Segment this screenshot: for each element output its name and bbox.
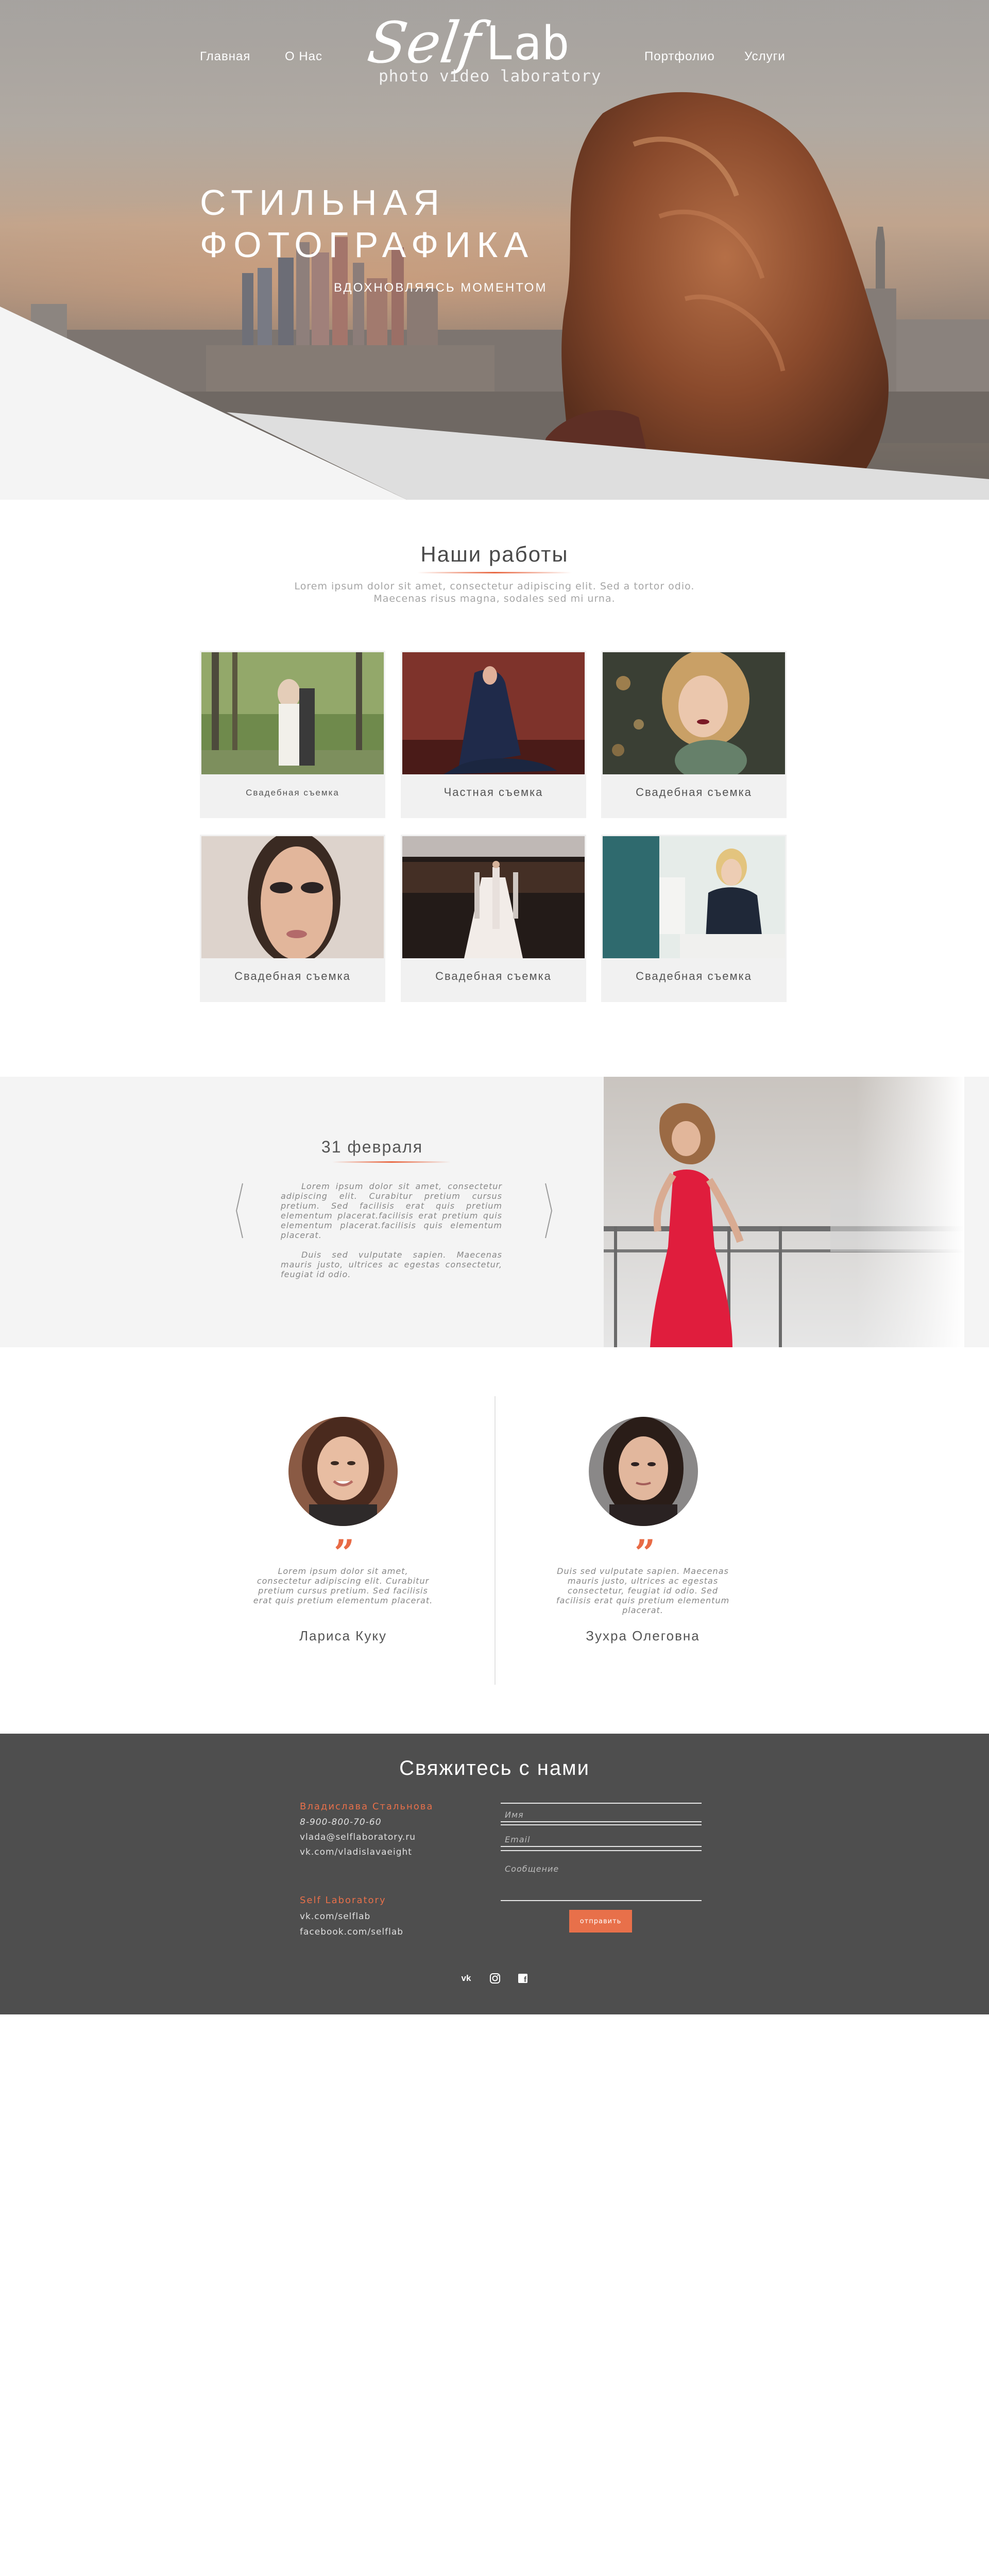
facebook-icon[interactable]: f xyxy=(515,1971,531,1986)
works-intro-line2: Maecenas risus magna, sodales sed mi urn… xyxy=(373,593,616,604)
form-separator-line xyxy=(501,1824,702,1825)
hero-title-line1: СТИЛЬНАЯ xyxy=(200,182,446,223)
evening-dress-photo xyxy=(402,652,585,774)
logo-self-text: Self xyxy=(364,10,485,76)
wedding-park-photo xyxy=(201,652,384,774)
testimonial-text-2: Duis sed vulputate sapien. Maecenas maur… xyxy=(556,1566,730,1615)
nav-home[interactable]: Главная xyxy=(200,49,250,64)
makeup-portrait-photo xyxy=(201,836,384,958)
nav-portfolio[interactable]: Портфолио xyxy=(644,49,715,64)
work-card-3[interactable]: Свадебная съемка xyxy=(601,651,787,818)
testimonial-name-2: Зухра Олеговна xyxy=(586,1628,700,1643)
contact-title: Свяжитесь с нами xyxy=(399,1757,590,1780)
hero-subtitle: ВДОХНОВЛЯЯСЬ МОМЕНТОМ xyxy=(334,281,548,295)
event-description: Lorem ipsum dolor sit amet, consectetur … xyxy=(281,1181,502,1289)
contact-company-name: Self Laboratory xyxy=(300,1895,386,1906)
contact-vk-personal[interactable]: vk.com/vladislavaeight xyxy=(300,1847,412,1857)
selflab-logo[interactable]: Self Lab photo video laboratory xyxy=(363,5,631,103)
work-card-caption: Свадебная съемка xyxy=(435,970,552,982)
testimonial-divider xyxy=(494,1396,496,1685)
work-card-5[interactable]: Свадебная съемка xyxy=(401,835,586,1002)
work-card-caption: Частная съемка xyxy=(444,786,543,799)
vk-icon[interactable]: vk xyxy=(458,1971,474,1986)
form-top-line xyxy=(501,1803,702,1804)
work-card-2[interactable]: Частная съемка xyxy=(401,651,586,818)
event-paragraph-2: Duis sed vulputate sapien. Maecenas maur… xyxy=(281,1250,502,1279)
contact-email[interactable]: vlada@selflaboratory.ru xyxy=(300,1832,416,1842)
work-card-caption: Свадебная съемка xyxy=(234,970,351,982)
event-paragraph-1: Lorem ipsum dolor sit amet, consectetur … xyxy=(281,1181,502,1240)
contact-vk-company[interactable]: vk.com/selflab xyxy=(300,1911,370,1922)
work-card-4[interactable]: Свадебная съемка xyxy=(200,835,385,1002)
red-dress-photo xyxy=(604,1077,964,1347)
email-field[interactable] xyxy=(501,1829,702,1847)
testimonial-name-1: Лариса Куку xyxy=(299,1628,387,1643)
nav-services[interactable]: Услуги xyxy=(744,49,786,64)
testimonial-text-1: Lorem ipsum dolor sit amet, consectetur … xyxy=(253,1566,433,1605)
contact-person-name: Владислава Стальнова xyxy=(300,1801,434,1812)
contact-phone[interactable]: 8-900-800-70-60 xyxy=(300,1817,382,1827)
office-portrait-photo xyxy=(603,836,785,958)
message-field[interactable] xyxy=(501,1861,702,1901)
hero-section: Главная О Нас Портфолио Услуги Self Lab … xyxy=(0,0,989,500)
runway-show-photo xyxy=(402,836,585,958)
work-card-caption: Свадебная съемка xyxy=(636,970,752,982)
works-intro-line1: Lorem ipsum dolor sit amet, consectetur … xyxy=(294,581,695,592)
contact-fb-company[interactable]: facebook.com/selflab xyxy=(300,1927,403,1937)
logo-lab-text: Lab xyxy=(486,16,570,71)
work-card-caption: Свадебная съемка xyxy=(636,786,752,799)
works-intro: Lorem ipsum dolor sit amet, consectetur … xyxy=(263,580,726,605)
hero-title: СТИЛЬНАЯ ФОТОГРАФИКА xyxy=(200,181,534,266)
logo-tagline: photo video laboratory xyxy=(379,67,602,86)
name-field[interactable] xyxy=(501,1805,702,1822)
work-card-1[interactable]: Свадебная съемка xyxy=(200,651,385,818)
works-title-underline xyxy=(417,572,572,573)
blonde-portrait-photo xyxy=(603,652,785,774)
instagram-icon[interactable] xyxy=(487,1971,503,1986)
avatar-larisa xyxy=(288,1417,398,1526)
form-separator-line xyxy=(501,1850,702,1851)
work-card-6[interactable]: Свадебная съемка xyxy=(601,835,787,1002)
facebook-box-icon: f xyxy=(518,1974,527,1984)
work-card-caption: Свадебная съемка xyxy=(246,788,339,798)
nav-about[interactable]: О Нас xyxy=(285,49,322,64)
works-title: Наши работы xyxy=(420,542,569,566)
hero-title-line2: ФОТОГРАФИКА xyxy=(200,225,535,265)
event-date-underline xyxy=(332,1161,451,1163)
avatar-zuhra xyxy=(589,1417,698,1526)
send-button[interactable]: отправить xyxy=(569,1910,632,1933)
next-arrow-icon[interactable] xyxy=(543,1182,554,1239)
prev-arrow-icon[interactable] xyxy=(234,1182,245,1239)
